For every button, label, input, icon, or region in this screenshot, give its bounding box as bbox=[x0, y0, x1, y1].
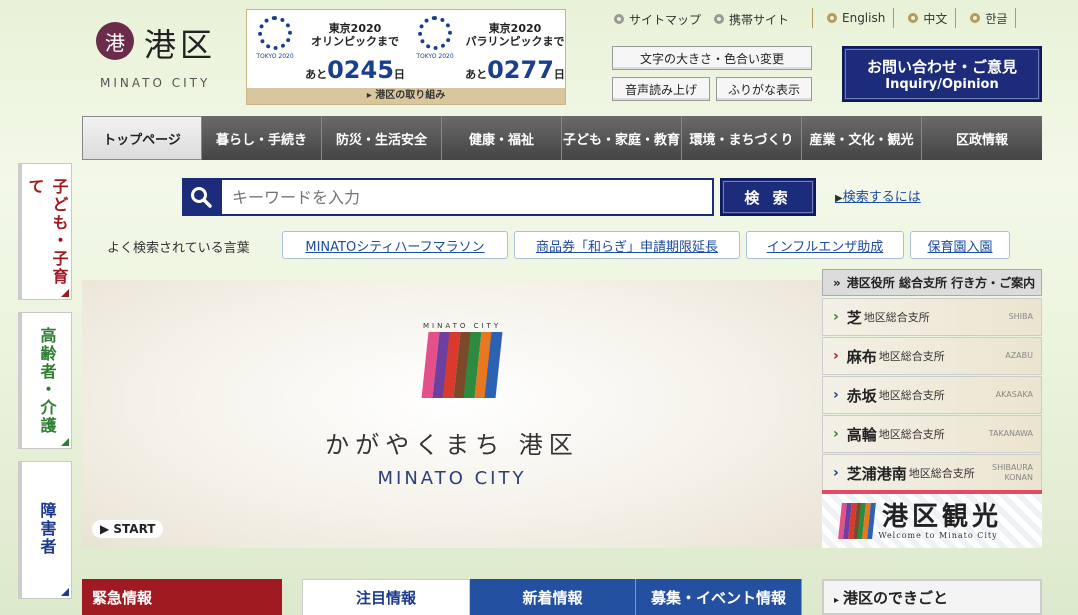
main-visual[interactable]: MINATO CITY かがやくまち 港区 MINATO CITY ▶ STAR… bbox=[82, 280, 822, 548]
keyword-link[interactable]: インフルエンザ助成 bbox=[746, 231, 904, 259]
chevron-right-icon: › bbox=[833, 387, 839, 403]
lang-chinese[interactable]: 中文 bbox=[893, 8, 955, 28]
furigana-button[interactable]: ふりがな表示 bbox=[716, 77, 812, 101]
bullet-icon bbox=[908, 13, 919, 23]
nav-children[interactable]: 子ども・家庭・教育 bbox=[562, 116, 682, 160]
hero-title: かがやくまち 港区 bbox=[325, 431, 579, 459]
hero-subtitle: MINATO CITY bbox=[377, 468, 527, 489]
branch-azabu[interactable]: › 麻布 地区総合支所 AZABU bbox=[822, 337, 1042, 375]
minato-logo-mark-icon bbox=[421, 332, 503, 398]
bullet-icon bbox=[614, 14, 624, 24]
triangle-icon: ▶ bbox=[835, 193, 843, 204]
bullet-icon bbox=[827, 13, 837, 23]
nav-health[interactable]: 健康・福祉 bbox=[442, 116, 562, 160]
search-help-link[interactable]: ▶検索するには bbox=[835, 186, 921, 205]
paralympic-countdown-block: TOKYO 2020 東京2020 パラリンピックまで あと0277日 bbox=[409, 14, 565, 90]
city-emblem-icon: 港 bbox=[96, 22, 134, 60]
nav-living[interactable]: 暮らし・手続き bbox=[202, 116, 322, 160]
paralympic-emblem-icon: TOKYO 2020 bbox=[415, 16, 455, 82]
emergency-info-heading: 緊急情報 bbox=[82, 579, 282, 615]
countdown-title: 東京2020 パラリンピックまで bbox=[465, 22, 565, 48]
branch-akasaka[interactable]: › 赤坂 地区総合支所 AKASAKA bbox=[822, 376, 1042, 414]
bullet-icon bbox=[970, 13, 981, 23]
chevron-right-icon: › bbox=[833, 465, 839, 481]
corner-arrow-icon bbox=[61, 588, 69, 596]
branch-takanawa[interactable]: › 高輪 地区総合支所 TAKANAWA bbox=[822, 415, 1042, 453]
olympic-countdown[interactable]: TOKYO 2020 東京2020 オリンピックまで あと0245日 TOKYO… bbox=[246, 9, 566, 105]
corner-arrow-icon bbox=[61, 289, 69, 297]
slideshow-start-button[interactable]: ▶ START bbox=[92, 520, 164, 538]
hero-small-text: MINATO CITY bbox=[423, 322, 502, 330]
side-tab-elderly[interactable]: 高齢者・介護 bbox=[18, 312, 72, 449]
language-links: English 中文 한글 bbox=[812, 8, 1017, 28]
nav-environment[interactable]: 環境・まちづくり bbox=[682, 116, 802, 160]
olympic-countdown-block: TOKYO 2020 東京2020 オリンピックまで あと0245日 bbox=[249, 14, 405, 90]
tab-new[interactable]: 新着情報 bbox=[470, 579, 636, 615]
inquiry-button[interactable]: お問い合わせ・ご意見 Inquiry/Opinion bbox=[842, 46, 1042, 102]
countdown-days: あと0277日 bbox=[465, 56, 565, 84]
tourism-title: 港区観光 bbox=[882, 501, 1003, 532]
logo-text: 港区 bbox=[144, 26, 217, 64]
logo-subtitle: MINATO CITY bbox=[100, 76, 211, 90]
site-logo[interactable]: 港 港区 MINATO CITY bbox=[96, 20, 236, 95]
countdown-days: あと0245日 bbox=[305, 56, 405, 84]
triangle-icon: ▸ bbox=[834, 595, 840, 606]
chevron-right-icon: › bbox=[833, 348, 839, 364]
double-chevron-icon: » bbox=[833, 275, 841, 290]
search-input[interactable] bbox=[220, 178, 714, 216]
global-nav: トップページ 暮らし・手続き 防災・生活安全 健康・福祉 子ども・家庭・教育 環… bbox=[82, 116, 1042, 160]
keyword-link[interactable]: MINATOシティハーフマラソン bbox=[282, 231, 508, 259]
chevron-right-icon: › bbox=[833, 426, 839, 442]
tab-featured[interactable]: 注目情報 bbox=[302, 579, 470, 615]
branch-offices-header[interactable]: » 港区役所 総合支所 行き方・ご案内 bbox=[822, 269, 1042, 296]
search-icon bbox=[182, 178, 220, 216]
nav-government[interactable]: 区政情報 bbox=[922, 116, 1042, 160]
keyword-link[interactable]: 保育園入園 bbox=[910, 231, 1010, 259]
chevron-right-icon: › bbox=[833, 309, 839, 325]
side-tab-children[interactable]: 子ども・子育て bbox=[18, 163, 72, 300]
keyword-link[interactable]: 商品券「和らぎ」申請期限延長 bbox=[514, 231, 740, 259]
nav-industry[interactable]: 産業・文化・観光 bbox=[802, 116, 922, 160]
lang-korean[interactable]: 한글 bbox=[955, 8, 1017, 28]
nav-safety[interactable]: 防災・生活安全 bbox=[322, 116, 442, 160]
mobile-site-link[interactable]: 携帯サイト bbox=[714, 10, 789, 28]
branch-shibaura-konan[interactable]: › 芝浦港南 地区総合支所 SHIBAURA KONAN bbox=[822, 454, 1042, 492]
minato-logo-mark-icon bbox=[838, 503, 876, 539]
olympic-emblem-icon: TOKYO 2020 bbox=[255, 16, 295, 82]
bullet-icon bbox=[714, 14, 724, 24]
side-tab-disability[interactable]: 障害者 bbox=[18, 461, 72, 599]
nav-top[interactable]: トップページ bbox=[82, 116, 202, 160]
city-events-link[interactable]: ▸ 港区のできごと bbox=[822, 579, 1042, 615]
sitemap-link[interactable]: サイトマップ bbox=[614, 10, 701, 28]
tourism-banner[interactable]: 港区観光 Welcome to Minato City bbox=[822, 490, 1042, 548]
tourism-subtitle: Welcome to Minato City bbox=[878, 530, 998, 540]
corner-arrow-icon bbox=[61, 438, 69, 446]
lang-english[interactable]: English bbox=[812, 8, 893, 28]
countdown-title: 東京2020 オリンピックまで bbox=[311, 22, 399, 48]
read-aloud-button[interactable]: 音声読み上げ bbox=[612, 77, 710, 101]
tab-events[interactable]: 募集・イベント情報 bbox=[636, 579, 802, 615]
popular-keywords-label: よく検索されている言葉 bbox=[107, 241, 250, 256]
search-button[interactable]: 検 索 bbox=[720, 178, 816, 216]
branch-shiba[interactable]: › 芝地区総合支所 SHIBA bbox=[822, 298, 1042, 336]
countdown-link[interactable]: ▸ 港区の取り組み bbox=[247, 88, 565, 104]
text-size-button[interactable]: 文字の大きさ・色合い変更 bbox=[612, 46, 812, 70]
